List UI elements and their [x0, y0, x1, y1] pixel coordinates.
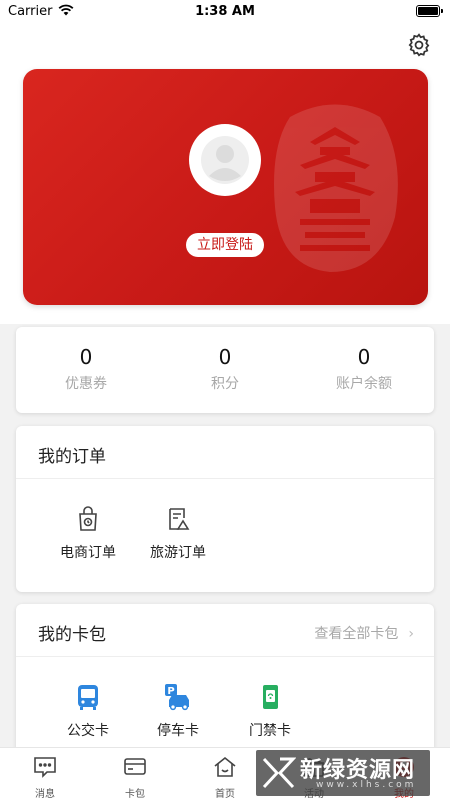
home-icon	[212, 754, 238, 780]
coupon-stat[interactable]: 0 优惠券	[16, 345, 156, 393]
tab-home-label: 首页	[215, 789, 235, 800]
tab-messages[interactable]: 消息	[15, 754, 75, 800]
tab-home[interactable]: 首页	[195, 754, 255, 800]
parking-card-entry[interactable]: P 停车卡	[138, 682, 218, 740]
coupon-count: 0	[79, 345, 93, 369]
card-icon	[122, 754, 148, 780]
shopping-bag-icon	[73, 504, 103, 534]
access-card-entry[interactable]: 门禁卡	[230, 682, 310, 740]
message-icon	[32, 754, 58, 780]
battery-icon	[416, 5, 443, 17]
stats-panel: 0 优惠券 0 积分 0 账户余额	[16, 327, 434, 413]
ecommerce-orders-entry[interactable]: 电商订单	[48, 504, 128, 562]
bus-icon	[73, 682, 103, 712]
parking-car-icon: P	[163, 682, 193, 712]
balance-amount: 0	[357, 345, 371, 369]
tower-emblem-icon	[260, 97, 410, 281]
avatar[interactable]	[189, 124, 261, 196]
travel-ticket-icon	[163, 504, 193, 534]
view-all-label: 查看全部卡包	[314, 626, 399, 642]
balance-label: 账户余额	[336, 376, 392, 392]
my-wallet-panel: 我的卡包 查看全部卡包 › 公交卡 P 停车卡 门禁卡	[16, 604, 434, 764]
tab-cards[interactable]: 卡包	[105, 754, 165, 800]
tab-cards-label: 卡包	[125, 789, 145, 800]
watermark-logo-icon	[262, 757, 296, 789]
wallet-title: 我的卡包	[38, 625, 106, 645]
coupon-label: 优惠券	[65, 376, 107, 392]
profile-card: 立即登陆	[23, 69, 428, 305]
balance-stat[interactable]: 0 账户余额	[294, 345, 434, 393]
parking-card-label: 停车卡	[157, 723, 199, 739]
my-orders-panel: 我的订单 电商订单 旅游订单	[16, 426, 434, 592]
divider	[16, 478, 434, 479]
tab-messages-label: 消息	[35, 789, 55, 800]
points-count: 0	[218, 345, 232, 369]
settings-gear-icon[interactable]	[406, 32, 432, 58]
points-stat[interactable]: 0 积分	[155, 345, 295, 393]
access-card-label: 门禁卡	[249, 723, 291, 739]
view-all-cards-link[interactable]: 查看全部卡包 ›	[314, 623, 414, 643]
chevron-right-icon: ›	[408, 626, 414, 642]
ecommerce-orders-label: 电商订单	[60, 545, 116, 561]
divider	[16, 656, 434, 657]
bus-card-entry[interactable]: 公交卡	[48, 682, 128, 740]
watermark-url: www.xlhs.com	[316, 780, 417, 790]
points-label: 积分	[211, 376, 239, 392]
site-watermark: 新绿资源网 www.xlhs.com	[256, 750, 430, 796]
access-card-icon	[255, 682, 285, 712]
travel-orders-label: 旅游订单	[150, 545, 206, 561]
clock: 1:38 AM	[195, 4, 255, 19]
login-button[interactable]: 立即登陆	[186, 233, 264, 257]
bus-card-label: 公交卡	[67, 723, 109, 739]
travel-orders-entry[interactable]: 旅游订单	[138, 504, 218, 562]
orders-title: 我的订单	[38, 447, 106, 467]
status-bar: Carrier 1:38 AM	[0, 0, 450, 24]
